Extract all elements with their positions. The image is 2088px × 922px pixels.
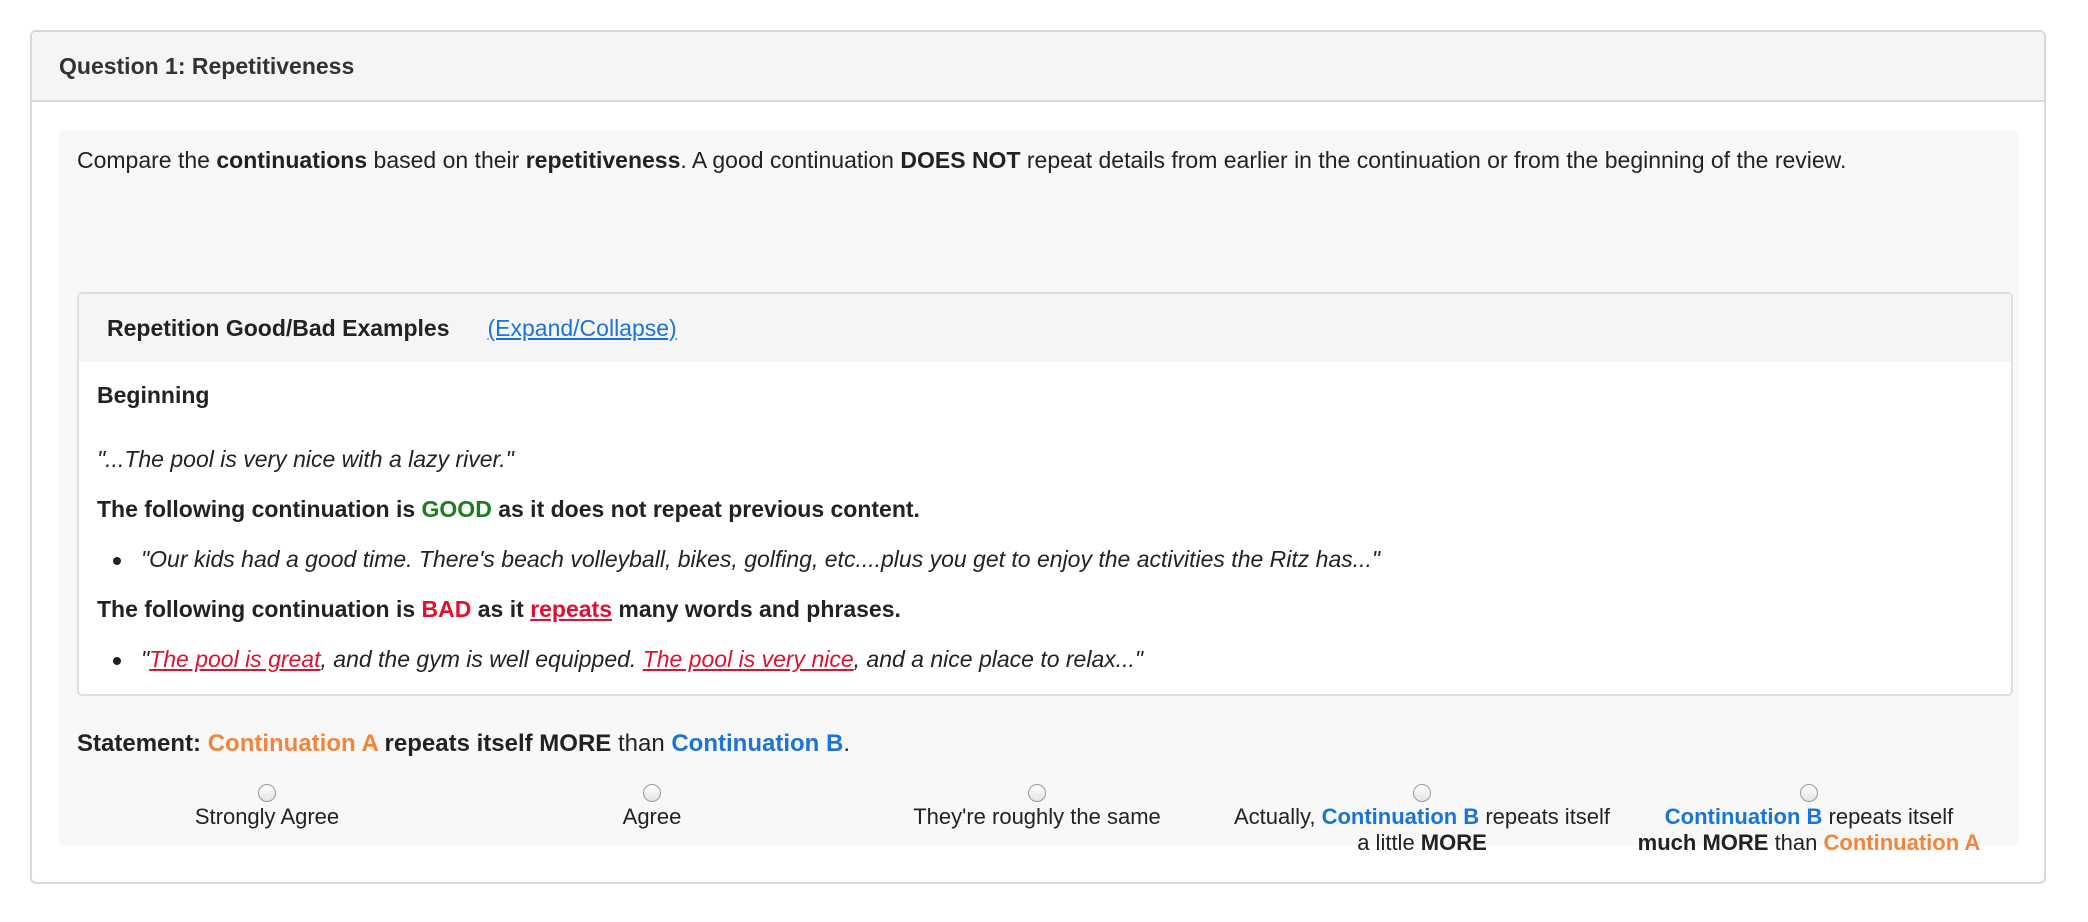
- continuation-a-label: Continuation A: [207, 730, 378, 757]
- option-label: Actually,: [1233, 804, 1322, 829]
- option-agree[interactable]: Agree: [462, 784, 842, 830]
- intro-bold: repetitiveness: [525, 147, 681, 173]
- option-label: Strongly Agree: [194, 804, 340, 829]
- option-strongly-agree[interactable]: Strongly Agree: [77, 784, 457, 830]
- option-b-little-more[interactable]: Actually, Continuation B repeats itself …: [1232, 784, 1612, 856]
- likert-options: Strongly Agree Agree They're roughly the…: [77, 784, 2013, 856]
- intro-bold: continuations: [216, 147, 368, 173]
- good-explanation-text: The following continuation is: [97, 496, 422, 522]
- statement-label: Statement:: [77, 730, 202, 757]
- bad-example-text: , and a nice place to relax...": [853, 646, 1144, 672]
- good-example: "Our kids had a good time. There's beach…: [112, 546, 1381, 572]
- good-explanation-text: as it does not repeat previous content.: [491, 496, 920, 522]
- instructions-text: Compare the continuations based on their…: [77, 144, 2007, 176]
- statement: Statement: Continuation A repeats itself…: [77, 730, 850, 758]
- intro-text: based on their: [367, 147, 526, 173]
- option-b-much-more[interactable]: Continuation B repeats itself much MORE …: [1617, 784, 2001, 856]
- bad-explanation: The following continuation is BAD as it …: [97, 596, 901, 623]
- radio-button[interactable]: [1413, 784, 1431, 802]
- continuation-b-label: Continuation B: [1321, 804, 1480, 829]
- quote-mark: ": [141, 646, 150, 672]
- question-panel: Question 1: Repetitiveness Compare the c…: [30, 30, 2046, 884]
- continuation-b-label: Continuation B: [671, 730, 844, 757]
- radio-button[interactable]: [1028, 784, 1046, 802]
- bad-tag: BAD: [421, 596, 472, 622]
- intro-text: Compare the: [77, 147, 217, 173]
- option-label: repeats itself: [1822, 804, 1954, 829]
- option-label-bold: much MORE: [1637, 830, 1769, 855]
- bad-explanation-text: many words and phrases.: [612, 596, 901, 622]
- expand-collapse-link[interactable]: (Expand/Collapse): [488, 315, 677, 342]
- option-label: than: [1768, 830, 1824, 855]
- radio-button[interactable]: [258, 784, 276, 802]
- question-body: Compare the continuations based on their…: [59, 130, 2019, 855]
- intro-text: . A good continuation: [680, 147, 901, 173]
- examples-header: Repetition Good/Bad Examples (Expand/Col…: [79, 294, 2011, 362]
- radio-button[interactable]: [643, 784, 661, 802]
- continuation-a-label: Continuation A: [1823, 830, 1981, 855]
- repeats-highlight: repeats: [530, 596, 613, 622]
- bad-example-text: , and the gym is well equipped.: [320, 646, 643, 672]
- intro-bold: DOES NOT: [900, 147, 1021, 173]
- good-explanation: The following continuation is GOOD as it…: [97, 496, 920, 523]
- beginning-label: Beginning: [97, 382, 210, 408]
- question-header: Question 1: Repetitiveness: [32, 32, 2044, 102]
- bad-example: "The pool is great, and the gym is well …: [112, 646, 1144, 673]
- question-title: Question 1: Repetitiveness: [59, 52, 355, 79]
- radio-button[interactable]: [1800, 784, 1818, 802]
- intro-text: repeat details from earlier in the conti…: [1020, 147, 1847, 173]
- option-label-bold: MORE: [1420, 830, 1487, 855]
- beginning-text: "...The pool is very nice with a lazy ri…: [97, 446, 514, 472]
- examples-title: Repetition Good/Bad Examples: [107, 314, 450, 341]
- statement-text: .: [843, 730, 850, 757]
- statement-bold: repeats itself MORE: [377, 730, 612, 757]
- bad-explanation-text: as it: [471, 596, 531, 622]
- continuation-b-label: Continuation B: [1664, 804, 1823, 829]
- statement-text: than: [611, 730, 672, 757]
- option-roughly-same[interactable]: They're roughly the same: [847, 784, 1227, 830]
- bad-explanation-text: The following continuation is: [97, 596, 422, 622]
- good-tag: GOOD: [421, 496, 492, 522]
- repeated-phrase: The pool is great: [149, 646, 321, 672]
- option-label: They're roughly the same: [913, 804, 1161, 829]
- repeated-phrase: The pool is very nice: [642, 646, 854, 672]
- option-label: Agree: [622, 804, 682, 829]
- examples-box: Repetition Good/Bad Examples (Expand/Col…: [77, 292, 2013, 696]
